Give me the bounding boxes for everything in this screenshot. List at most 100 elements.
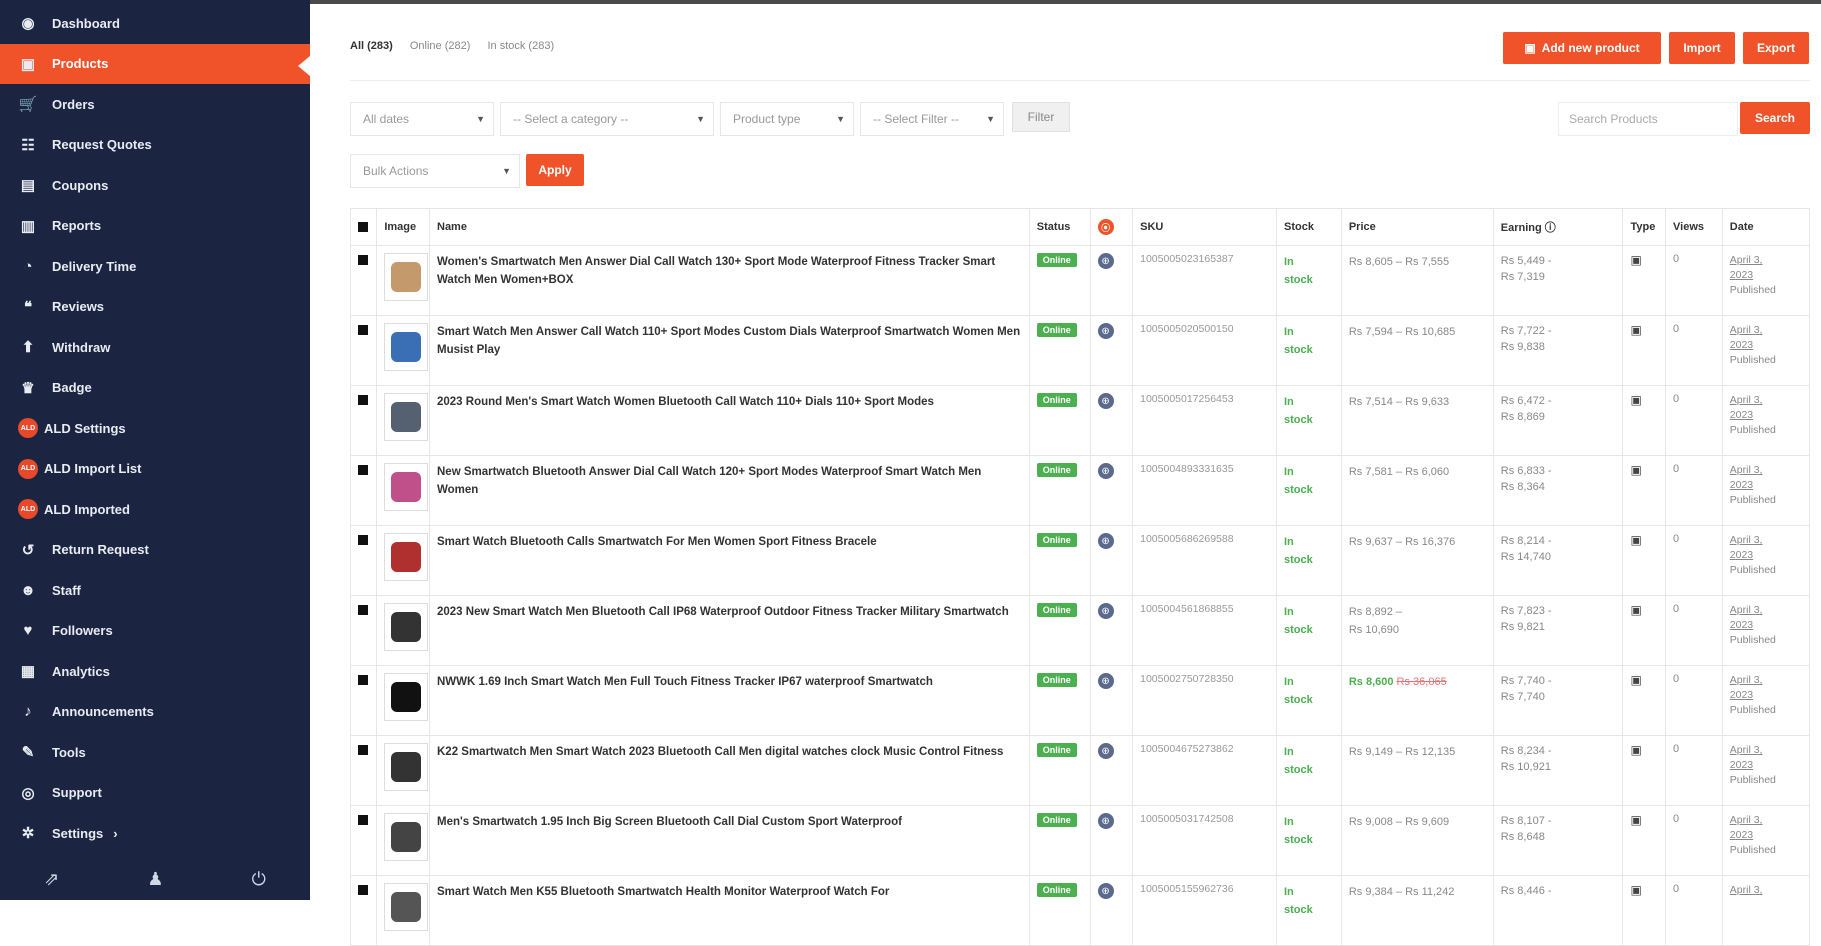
sidebar-item-followers[interactable]: ♥ Followers (0, 611, 310, 651)
external-link-icon[interactable]: ⇗ (44, 869, 59, 890)
col-name[interactable]: Name (429, 208, 1030, 246)
sidebar-item-reviews[interactable]: ❝ Reviews (0, 287, 310, 327)
row-checkbox[interactable] (349, 525, 378, 596)
sidebar-item-badge[interactable]: ♛ Badge (0, 368, 310, 408)
product-image[interactable] (376, 315, 430, 386)
sidebar-item-coupons[interactable]: ▤ Coupons (0, 165, 310, 205)
product-type-select[interactable]: Product type ▼ (720, 102, 854, 136)
product-name-link[interactable]: Smart Watch Bluetooth Calls Smartwatch F… (437, 533, 1022, 551)
table-row[interactable]: Smart Watch Bluetooth Calls Smartwatch F… (349, 525, 1811, 596)
product-name-link[interactable]: Smart Watch Men K55 Bluetooth Smartwatch… (437, 883, 1022, 901)
table-row[interactable]: Women's Smartwatch Men Answer Dial Call … (349, 245, 1811, 316)
sidebar-item-delivery-time[interactable]: ◔ Delivery Time (0, 246, 310, 286)
power-icon[interactable]: ⏻ (252, 869, 266, 890)
col-sku[interactable]: SKU (1132, 208, 1277, 246)
table-row[interactable]: 2023 Round Men's Smart Watch Women Bluet… (349, 385, 1811, 456)
date-year[interactable]: 2023 (1730, 759, 1753, 771)
date-link[interactable]: April 3, (1730, 324, 1763, 336)
date-year[interactable]: 2023 (1730, 409, 1753, 421)
category-select[interactable]: -- Select a category -- ▼ (500, 102, 714, 136)
sidebar-item-request-quotes[interactable]: ☷ Request Quotes (0, 125, 310, 165)
date-link[interactable]: April 3, (1730, 254, 1763, 266)
search-input[interactable]: Search Products (1558, 102, 1738, 136)
apply-button[interactable]: Apply (526, 154, 584, 186)
product-image[interactable] (376, 245, 430, 316)
col-price[interactable]: Price (1340, 208, 1494, 246)
import-button[interactable]: Import (1669, 32, 1735, 64)
date-year[interactable]: 2023 (1730, 689, 1753, 701)
date-year[interactable]: 2023 (1730, 829, 1753, 841)
sidebar-item-ald-imported[interactable]: ALD ALD Imported (0, 489, 310, 529)
product-name-link[interactable]: Smart Watch Men Answer Call Watch 110+ S… (437, 323, 1022, 359)
date-link[interactable]: April 3, (1730, 674, 1763, 686)
sidebar-item-settings[interactable]: ✲ Settings › (0, 813, 310, 853)
product-name-link[interactable]: 2023 Round Men's Smart Watch Women Bluet… (437, 393, 1022, 411)
sidebar-item-announcements[interactable]: ♪ Announcements (0, 692, 310, 732)
product-name-link[interactable]: Men's Smartwatch 1.95 Inch Big Screen Bl… (437, 813, 1022, 831)
row-checkbox[interactable] (349, 735, 378, 806)
product-image[interactable] (376, 455, 430, 526)
export-button[interactable]: Export (1743, 32, 1809, 64)
row-checkbox[interactable] (349, 385, 378, 456)
product-image[interactable] (376, 595, 430, 666)
table-row[interactable]: Smart Watch Men Answer Call Watch 110+ S… (349, 315, 1811, 386)
product-name-link[interactable]: New Smartwatch Bluetooth Answer Dial Cal… (437, 463, 1022, 499)
sidebar-item-reports[interactable]: ▥ Reports (0, 206, 310, 246)
filter-select[interactable]: -- Select Filter -- ▼ (860, 102, 1004, 136)
date-year[interactable]: 2023 (1730, 619, 1753, 631)
row-checkbox[interactable] (349, 875, 378, 946)
table-row[interactable]: New Smartwatch Bluetooth Answer Dial Cal… (349, 455, 1811, 526)
sidebar-item-staff[interactable]: ☻ Staff (0, 570, 310, 610)
sidebar-item-ald-settings[interactable]: ALD ALD Settings (0, 408, 310, 448)
filter-button[interactable]: Filter (1012, 102, 1070, 132)
product-name-link[interactable]: K22 Smartwatch Men Smart Watch 2023 Blue… (437, 743, 1022, 761)
date-link[interactable]: April 3, (1730, 604, 1763, 616)
table-row[interactable]: Smart Watch Men K55 Bluetooth Smartwatch… (349, 875, 1811, 946)
sidebar-item-dashboard[interactable]: ◉ Dashboard (0, 3, 310, 43)
user-icon[interactable]: ♟ (147, 869, 163, 890)
table-row[interactable]: 2023 New Smart Watch Men Bluetooth Call … (349, 595, 1811, 666)
sidebar-item-tools[interactable]: ✎ Tools (0, 732, 310, 772)
date-link[interactable]: April 3, (1730, 744, 1763, 756)
product-name-link[interactable]: NWWK 1.69 Inch Smart Watch Men Full Touc… (437, 673, 1022, 691)
date-link[interactable]: April 3, (1730, 464, 1763, 476)
col-date[interactable]: Date (1721, 208, 1811, 246)
date-year[interactable]: 2023 (1730, 339, 1753, 351)
bulk-actions-select[interactable]: Bulk Actions ▼ (350, 154, 520, 188)
row-checkbox[interactable] (349, 595, 378, 666)
sidebar-item-support[interactable]: ◎ Support (0, 773, 310, 813)
row-checkbox[interactable] (349, 315, 378, 386)
table-row[interactable]: NWWK 1.69 Inch Smart Watch Men Full Touc… (349, 665, 1811, 736)
date-year[interactable]: 2023 (1730, 479, 1753, 491)
row-checkbox[interactable] (349, 455, 378, 526)
date-year[interactable]: 2023 (1730, 269, 1753, 281)
product-image[interactable] (376, 525, 430, 596)
sidebar-item-products[interactable]: ▣ Products (0, 43, 310, 84)
search-button[interactable]: Search (1740, 102, 1810, 134)
date-link[interactable]: April 3, (1730, 884, 1763, 896)
row-checkbox[interactable] (349, 245, 378, 316)
product-image[interactable] (376, 735, 430, 806)
sidebar-item-ald-import-list[interactable]: ALD ALD Import List (0, 449, 310, 489)
tab-all[interactable]: All (283) (350, 40, 393, 52)
product-name-link[interactable]: 2023 New Smart Watch Men Bluetooth Call … (437, 603, 1022, 621)
product-image[interactable] (376, 875, 430, 946)
row-checkbox[interactable] (349, 805, 378, 876)
sidebar-item-return-request[interactable]: ↺ Return Request (0, 530, 310, 570)
select-all-checkbox[interactable] (349, 208, 378, 246)
date-link[interactable]: April 3, (1730, 394, 1763, 406)
sidebar-item-analytics[interactable]: ▦ Analytics (0, 651, 310, 691)
date-year[interactable]: 2023 (1730, 549, 1753, 561)
tab-online[interactable]: Online (282) (410, 40, 471, 52)
product-image[interactable] (376, 805, 430, 876)
sidebar-item-orders[interactable]: 🛒 Orders (0, 84, 310, 124)
add-new-product-button[interactable]: ▣ Add new product (1503, 32, 1661, 64)
dates-select[interactable]: All dates ▼ (350, 102, 494, 136)
product-image[interactable] (376, 385, 430, 456)
table-row[interactable]: K22 Smartwatch Men Smart Watch 2023 Blue… (349, 735, 1811, 806)
product-name-link[interactable]: Women's Smartwatch Men Answer Dial Call … (437, 253, 1022, 289)
table-row[interactable]: Men's Smartwatch 1.95 Inch Big Screen Bl… (349, 805, 1811, 876)
sidebar-item-withdraw[interactable]: ⬆ Withdraw (0, 327, 310, 367)
row-checkbox[interactable] (349, 665, 378, 736)
product-image[interactable] (376, 665, 430, 736)
